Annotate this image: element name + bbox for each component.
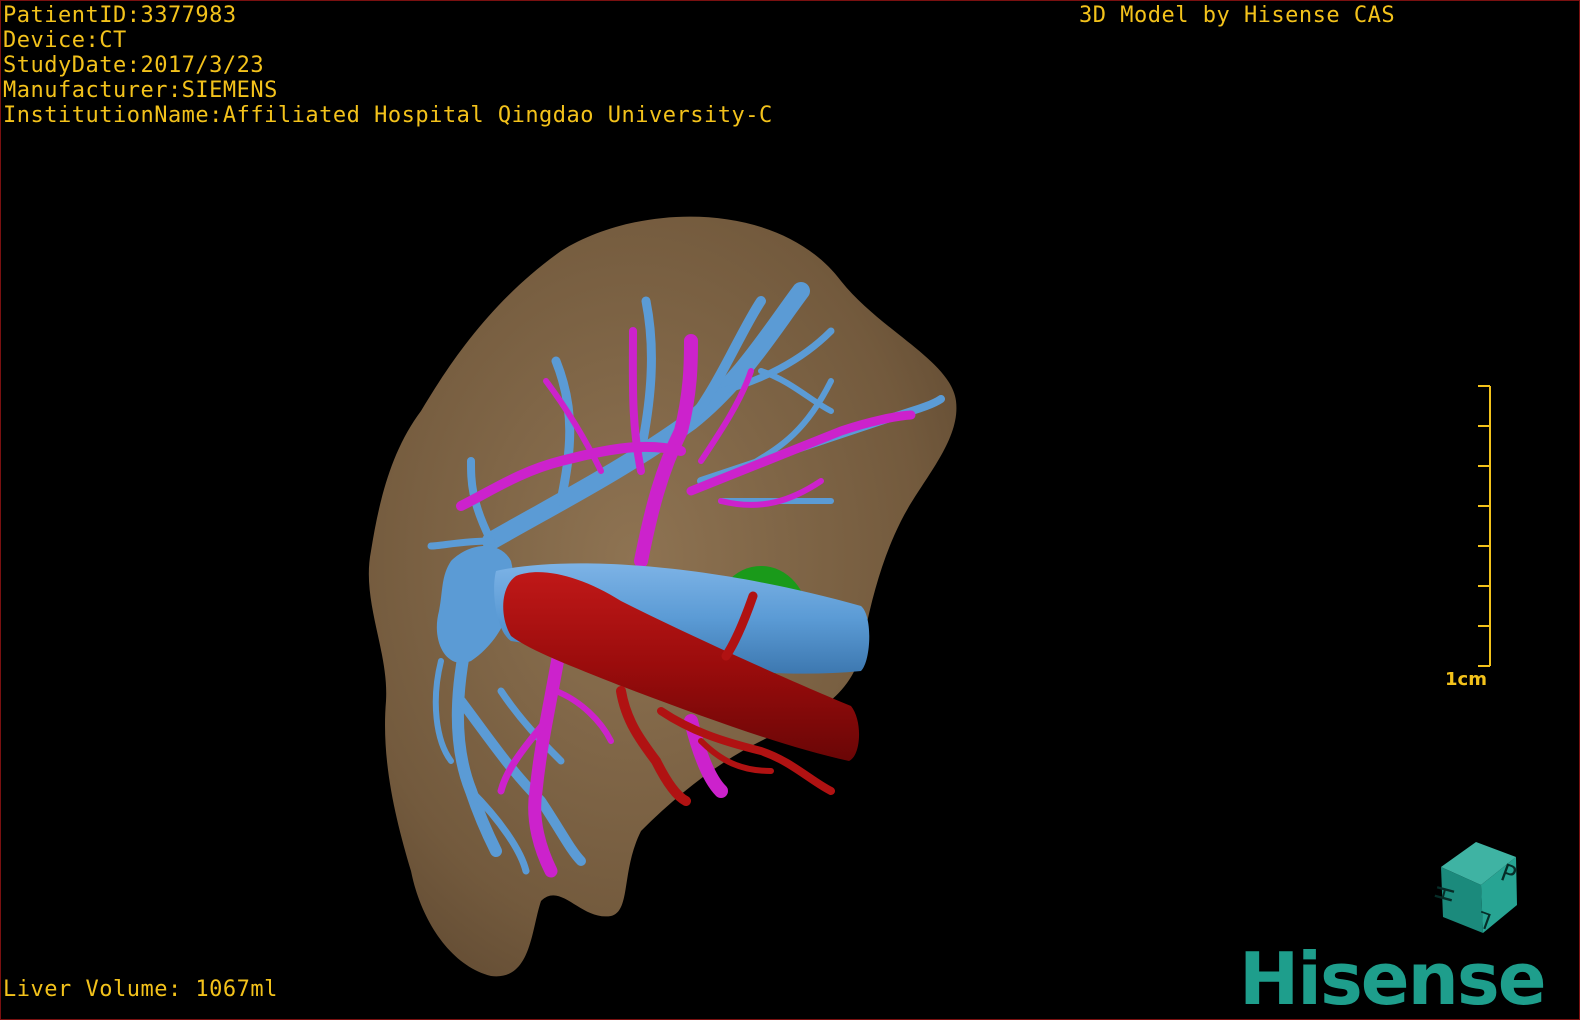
liver-volume: Liver Volume: 1067ml (3, 977, 278, 1002)
3d-viewport[interactable]: PatientID:3377983 Device:CT StudyDate:20… (0, 0, 1580, 1020)
model-credit: 3D Model by Hisense CAS (1079, 3, 1396, 28)
patient-id: PatientID:3377983 (3, 3, 237, 28)
scale-bar (1478, 385, 1491, 667)
orientation-cube-icon[interactable]: P H L (1421, 837, 1521, 937)
study-date: StudyDate:2017/3/23 (3, 53, 265, 78)
institution-name: InstitutionName:Affiliated Hospital Qing… (3, 103, 773, 128)
manufacturer: Manufacturer:SIEMENS (3, 78, 278, 103)
liver-3d-model[interactable] (1, 1, 1579, 1019)
study-info: PatientID:3377983 Device:CT StudyDate:20… (3, 3, 773, 128)
hisense-logo: Hisense (1239, 937, 1547, 1020)
scale-bar-label: 1cm (1445, 669, 1487, 690)
device: Device:CT (3, 28, 127, 53)
